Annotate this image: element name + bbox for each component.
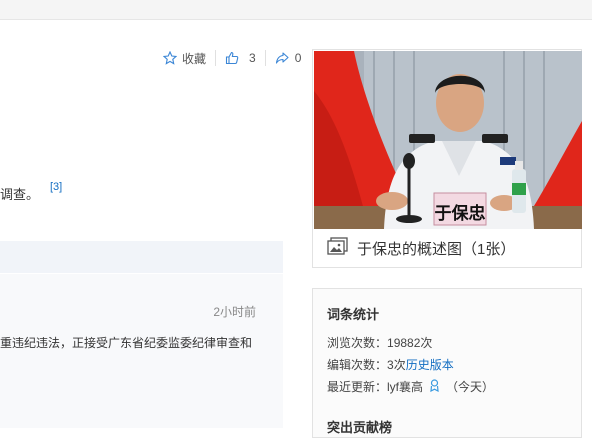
updated-time: （今天） xyxy=(446,380,495,394)
history-link[interactable]: 历史版本 xyxy=(406,356,454,373)
photo-caption-text: 于保忠的概述图（1张） xyxy=(357,241,516,258)
views-value: 19882次 xyxy=(387,336,433,350)
share-count: 0 xyxy=(294,51,302,65)
share-icon xyxy=(275,51,289,65)
image-gallery-icon xyxy=(327,237,348,260)
favorite-button[interactable]: 收藏 xyxy=(163,50,206,67)
contributors-title: 突出贡献榜 xyxy=(327,420,393,435)
stats-updated: 最近更新： lyf襄高 （今天） xyxy=(327,378,494,395)
updated-user[interactable]: lyf襄高 xyxy=(387,378,423,395)
section-header-band xyxy=(0,241,283,273)
user-badge-icon xyxy=(429,378,440,395)
divider xyxy=(215,50,217,66)
share-button[interactable]: 0 xyxy=(275,51,302,65)
news-item[interactable]: 2小时前 重违纪违法，正接受广东省纪委监委纪律审查和 xyxy=(0,274,283,428)
news-time: 2小时前 xyxy=(213,305,256,319)
stats-views: 浏览次数： 19882次 xyxy=(327,334,432,351)
favorite-label: 收藏 xyxy=(182,51,207,66)
stats-edits: 编辑次数： 3次 历史版本 xyxy=(327,356,454,373)
entry-stats-panel: 词条统计 浏览次数： 19882次 编辑次数： 3次 历史版本 最近更新： lyf襄高 … xyxy=(312,288,582,438)
star-icon xyxy=(163,51,177,65)
reference-link[interactable]: [3] xyxy=(50,181,62,193)
updated-label: 最近更新： xyxy=(327,380,388,394)
action-bar: 收藏 3 0 xyxy=(163,49,301,67)
article-text-tail: 调查。 xyxy=(0,187,40,202)
news-text: 重违纪违法，正接受广东省纪委监委纪律审查和 xyxy=(0,336,253,350)
edits-value: 3次 xyxy=(387,358,406,372)
views-label: 浏览次数： xyxy=(327,336,388,350)
thumbs-up-icon xyxy=(225,51,239,65)
like-button[interactable]: 3 xyxy=(225,51,256,65)
divider xyxy=(264,50,266,66)
like-count: 3 xyxy=(249,51,256,65)
stats-title: 词条统计 xyxy=(327,307,380,322)
edits-label: 编辑次数： xyxy=(327,358,388,372)
top-bar xyxy=(0,0,592,20)
summary-photo-card[interactable]: 于保忠 于保忠的概述图（1张） xyxy=(312,49,582,268)
photo-caption[interactable]: 于保忠的概述图（1张） xyxy=(327,237,515,260)
summary-photo[interactable]: 于保忠 xyxy=(314,51,582,229)
nameplate-text: 于保忠 xyxy=(434,204,486,224)
